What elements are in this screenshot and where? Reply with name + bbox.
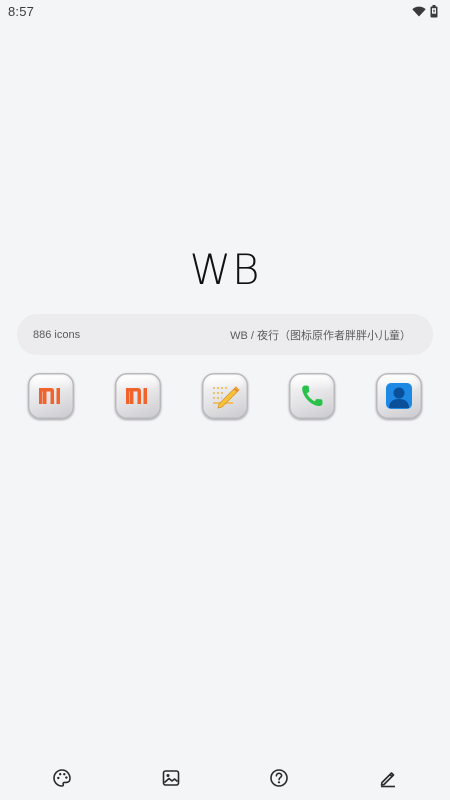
preview-icon-row	[0, 373, 450, 423]
status-bar: 8:57	[0, 0, 450, 22]
help-icon	[269, 768, 289, 793]
palette-button[interactable]	[42, 760, 82, 800]
status-time: 8:57	[8, 3, 35, 19]
mi-icon[interactable]	[115, 373, 162, 419]
pack-author: WB / 夜行（图标原作者胖胖小儿童）	[230, 329, 411, 342]
phone-icon[interactable]	[288, 373, 335, 419]
battery-icon	[430, 4, 438, 18]
edit-button[interactable]	[368, 760, 408, 800]
help-button[interactable]	[259, 760, 299, 800]
pack-info-bar[interactable]: 886 icons WB / 夜行（图标原作者胖胖小儿童）	[17, 314, 433, 355]
pack-title: WB	[189, 245, 261, 294]
bottom-nav	[0, 760, 450, 800]
wifi-icon	[412, 6, 426, 17]
contacts-icon[interactable]	[375, 373, 422, 419]
status-icons	[412, 4, 438, 18]
notes-icon[interactable]	[201, 373, 248, 419]
edit-icon	[378, 768, 398, 793]
wallpaper-button[interactable]	[151, 760, 191, 800]
palette-icon	[52, 768, 72, 793]
wallpaper-icon	[161, 768, 181, 793]
icon-count: 886 icons	[33, 328, 81, 341]
mi-icon[interactable]	[28, 373, 75, 419]
